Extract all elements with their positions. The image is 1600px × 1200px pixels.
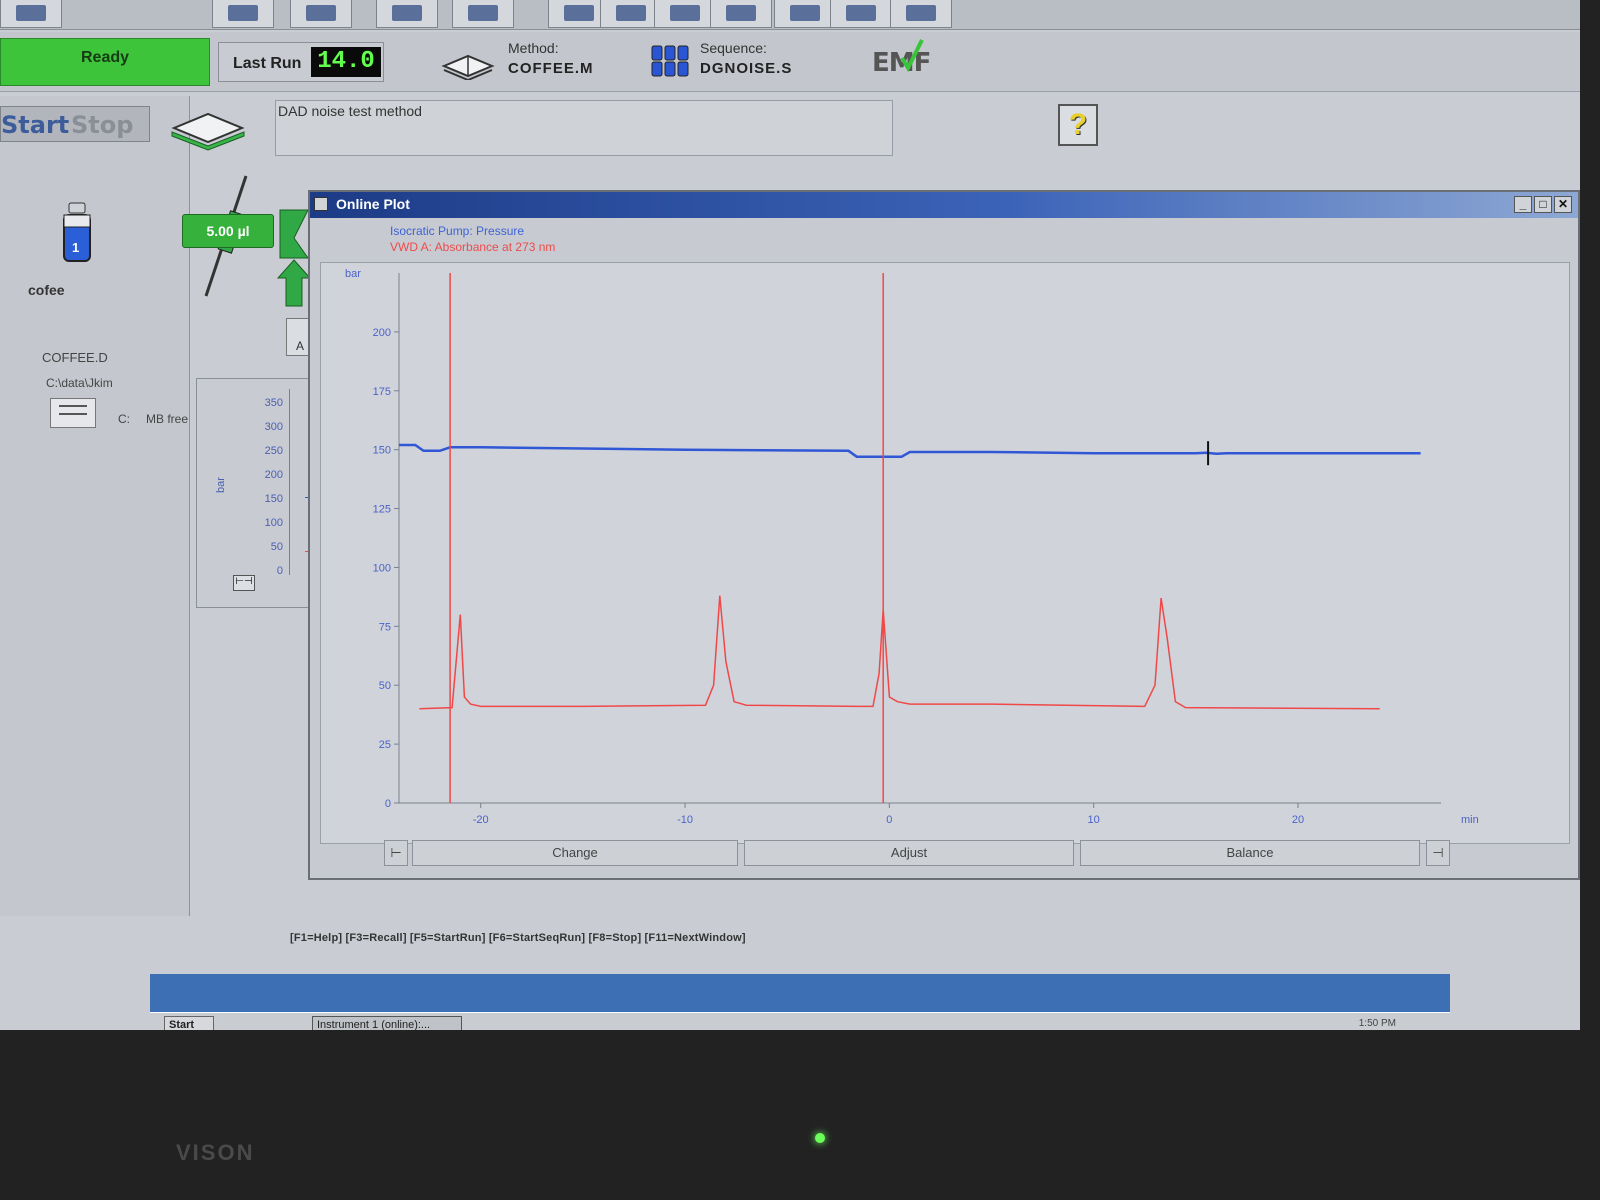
tray-clock: 1:50 PM	[1358, 1018, 1396, 1029]
toolbar-sequence-button[interactable]	[0, 0, 62, 28]
y-tick-label: 175	[373, 386, 391, 398]
minimize-button[interactable]: _	[1514, 196, 1532, 213]
toolbar-save-sequence-button[interactable]	[452, 0, 514, 28]
last-run-box: Last Run 14.0	[218, 42, 384, 82]
y-tick-label: 75	[379, 621, 391, 633]
mini-plot-tick: 250	[264, 445, 283, 457]
power-led-icon	[815, 1133, 825, 1143]
toolbar	[0, 0, 1580, 30]
stop-button[interactable]: Stop	[71, 111, 133, 139]
y-tick-label: 25	[379, 739, 391, 751]
toolbar-search-button[interactable]	[774, 0, 836, 28]
mini-plot-tick: 100	[264, 517, 283, 529]
drive-letter: C:	[118, 412, 130, 426]
y-tick-label: 100	[373, 562, 391, 574]
mini-plot-tick: 350	[264, 397, 283, 409]
balance-button[interactable]: Balance	[1080, 840, 1420, 866]
taskbar-instrument-window[interactable]: Instrument 1 (online):...	[312, 1016, 462, 1030]
mini-plot-unit: bar	[214, 477, 227, 493]
sequence-vials-icon[interactable]	[650, 44, 690, 78]
x-tick-label: -20	[473, 814, 489, 826]
change-button[interactable]: Change	[412, 840, 738, 866]
method-name: COFFEE.M	[508, 60, 594, 77]
screen: Ready Last Run 14.0 Method: COFFEE.M Seq…	[0, 0, 1580, 1030]
toolbar-online-plot-button[interactable]	[600, 0, 662, 28]
absorbance-trace	[419, 595, 1380, 710]
plot-button-row: ⊢ Change Adjust Balance ⊣	[384, 840, 1550, 866]
status-row: Ready Last Run 14.0 Method: COFFEE.M Seq…	[0, 32, 1580, 92]
toolbar-load-sequence-button[interactable]	[376, 0, 438, 28]
y-axis-label: bar	[345, 268, 361, 280]
run-status-indicator: Ready	[0, 38, 210, 86]
online-plot-window: Online Plot _ □ ✕ Isocratic Pump: Pressu…	[308, 190, 1580, 880]
start-stop-bar: Start Stop	[0, 106, 150, 142]
last-run-value: 14.0	[311, 47, 381, 77]
flow-arrows-icon	[276, 209, 312, 307]
monitor-bezel: Ready Last Run 14.0 Method: COFFEE.M Seq…	[0, 0, 1600, 1200]
online-plot-title: Online Plot	[336, 196, 410, 212]
toolbar-tools-button[interactable]	[830, 0, 892, 28]
emf-check-icon	[900, 39, 924, 72]
toolbar-report-button[interactable]	[890, 0, 952, 28]
y-tick-label: 150	[373, 445, 391, 457]
chromatogram-chart[interactable]: 200 175 150 125 100 75 50 25 0 -20 -10 0 10 20 bar min	[321, 263, 1571, 845]
window-menu-icon[interactable]	[314, 197, 328, 211]
method-description: DAD noise test method	[278, 103, 422, 119]
mini-plot-tick: 150	[264, 493, 283, 505]
monitor-brand-logo: VISON	[176, 1140, 255, 1165]
windows-start-button[interactable]: Start	[164, 1016, 214, 1030]
pressure-trace	[399, 443, 1421, 458]
plot-area[interactable]: 200 175 150 125 100 75 50 25 0 -20 -10 0 10 20 bar min	[320, 262, 1570, 844]
taskbar: Start Instrument 1 (online):... 1:50 PM	[150, 1012, 1450, 1030]
toolbar-load-method-button[interactable]	[290, 0, 352, 28]
sequence-label: Sequence:	[700, 40, 767, 56]
method-book-icon[interactable]	[440, 44, 496, 80]
toolbar-logbook-button[interactable]	[654, 0, 716, 28]
sample-panel: Start Stop 1 cofee COFFEE.D C:\data\Jkim…	[0, 96, 190, 916]
last-run-label: Last Run	[233, 55, 302, 72]
y-tick-label: 50	[379, 680, 391, 692]
help-button[interactable]: ?	[1058, 104, 1098, 146]
toolbar-status-button[interactable]	[710, 0, 772, 28]
y-tick-label: 200	[373, 327, 391, 339]
close-button[interactable]: ✕	[1554, 196, 1572, 213]
adjust-button[interactable]: Adjust	[744, 840, 1074, 866]
desktop-strip	[150, 974, 1450, 1012]
method-info-book-icon[interactable]	[168, 98, 248, 154]
vial-name: cofee	[28, 282, 65, 298]
x-tick-label: 0	[886, 814, 892, 826]
function-key-bar: [F1=Help] [F3=Recall] [F5=StartRun] [F6=…	[290, 932, 746, 944]
mini-plot-zoom-button[interactable]: ⊢⊣	[233, 575, 255, 591]
legend-absorbance: VWD A: Absorbance at 273 nm	[390, 240, 556, 254]
data-file-name: COFFEE.D	[42, 350, 108, 365]
y-tick-label: 0	[385, 798, 391, 810]
maximize-button[interactable]: □	[1534, 196, 1552, 213]
online-plot-titlebar[interactable]: Online Plot _ □ ✕	[310, 192, 1578, 218]
vial-number: 1	[72, 240, 80, 255]
x-tick-label: -10	[677, 814, 693, 826]
injection-volume[interactable]: 5.00 µl	[182, 214, 274, 248]
toolbar-method-button[interactable]	[212, 0, 274, 28]
plot-scroll-left-button[interactable]: ⊢	[384, 840, 408, 866]
start-button[interactable]: Start	[1, 111, 69, 139]
data-path: C:\data\Jkim	[46, 376, 113, 390]
x-tick-label: 20	[1292, 814, 1304, 826]
method-label: Method:	[508, 40, 559, 56]
mini-plot-tick: 200	[264, 469, 283, 481]
mini-plot-tick: 50	[270, 541, 283, 553]
x-tick-label: 10	[1088, 814, 1100, 826]
x-axis-label: min	[1461, 814, 1479, 826]
injector-position: A	[296, 339, 305, 353]
plot-legend: Isocratic Pump: Pressure VWD A: Absorban…	[390, 224, 555, 254]
plot-scroll-right-button[interactable]: ⊣	[1426, 840, 1450, 866]
mini-plot-tick: 300	[264, 421, 283, 433]
disk-drive-icon	[50, 398, 96, 428]
method-description-box[interactable]: DAD noise test method	[275, 100, 893, 156]
sequence-name: DGNOISE.S	[700, 60, 793, 77]
drive-free-space: MB free	[146, 412, 189, 426]
legend-pressure: Isocratic Pump: Pressure	[390, 224, 525, 238]
y-tick-label: 125	[373, 504, 391, 516]
